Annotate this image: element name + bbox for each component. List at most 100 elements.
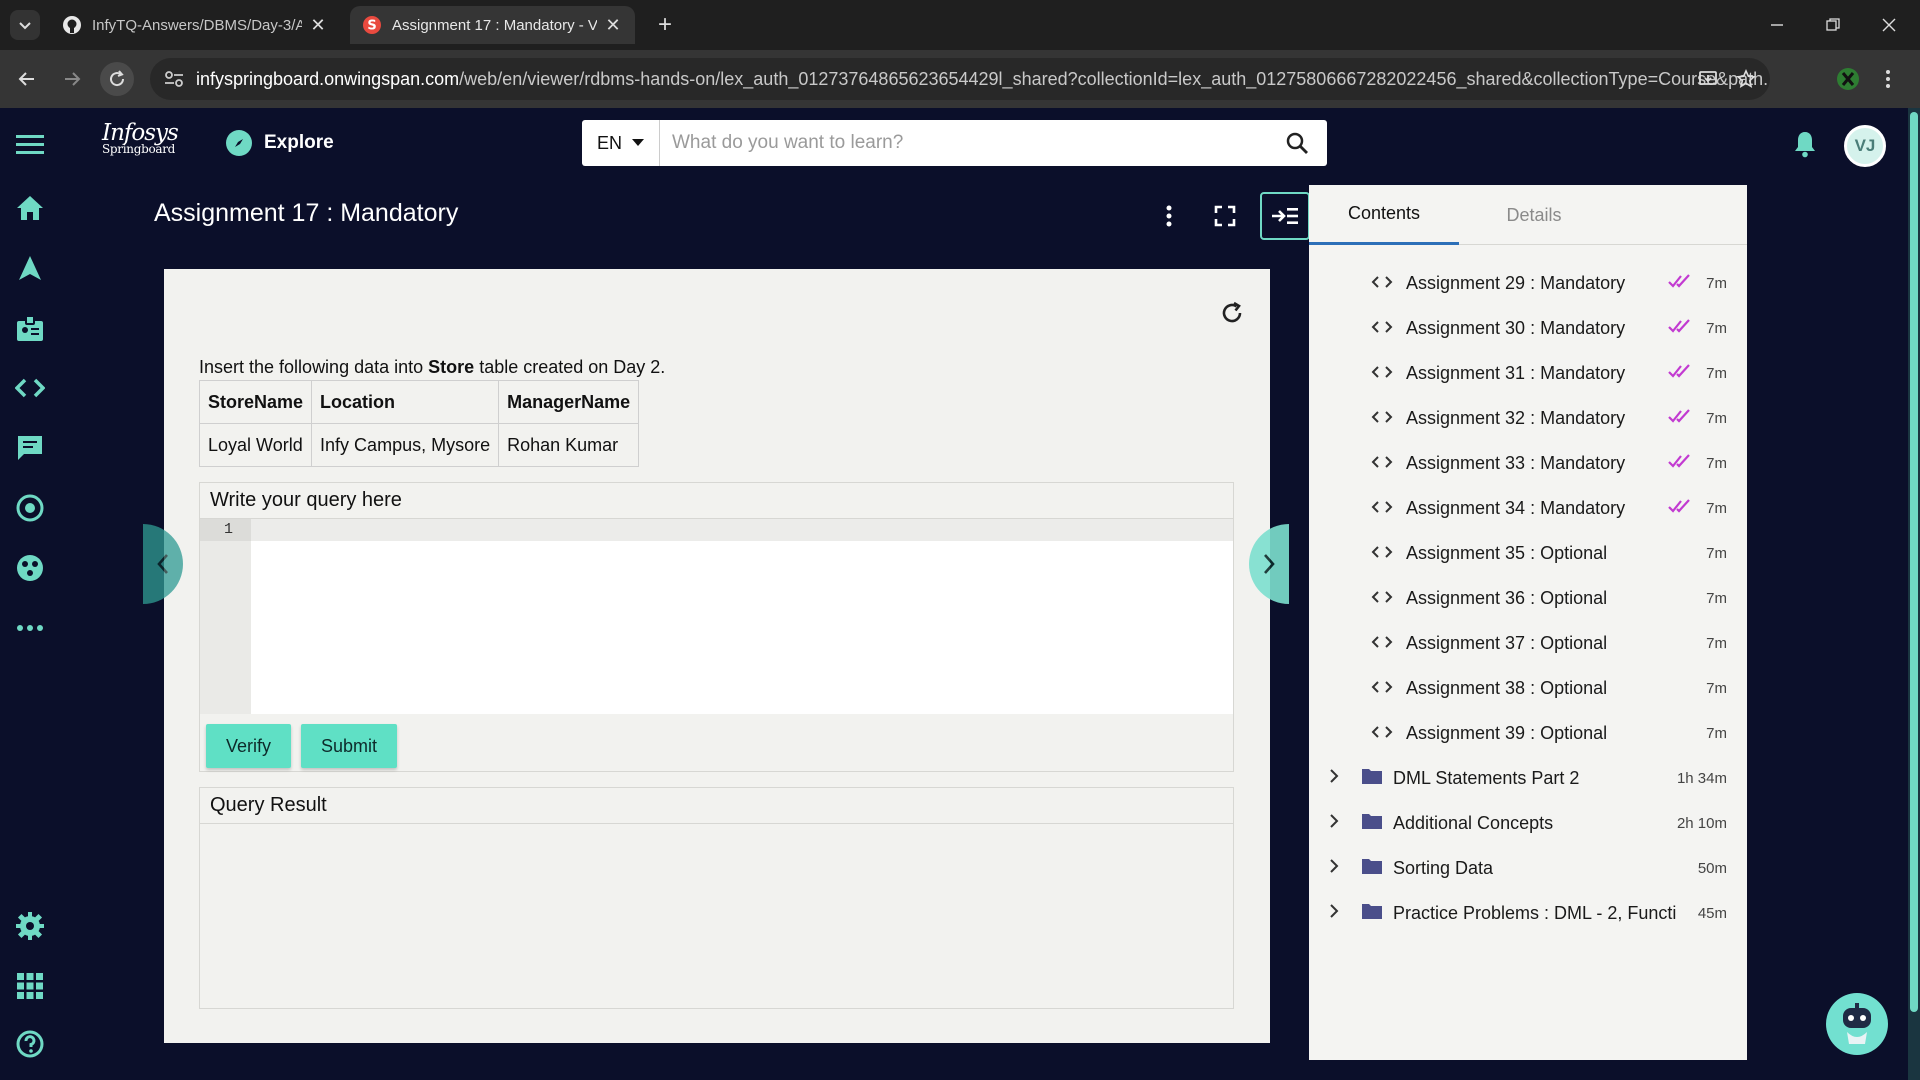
line-number: 1: [200, 519, 251, 541]
help-icon: [16, 1030, 44, 1058]
nav-target[interactable]: [12, 490, 48, 526]
springboard-logo[interactable]: Infosys Springboard: [102, 122, 179, 166]
tab-contents[interactable]: Contents: [1309, 185, 1459, 245]
code-editor[interactable]: 1: [200, 519, 1233, 714]
tab-title: InfyTQ-Answers/DBMS/Day-3/A: [92, 16, 302, 34]
close-icon[interactable]: ✕: [308, 15, 328, 36]
contents-panel: Contents Details Assignment 29 : Mandato…: [1309, 185, 1747, 1060]
search-bar: EN: [582, 120, 1327, 166]
list-item[interactable]: Assignment 33 : Mandatory 7m: [1309, 443, 1747, 483]
list-item[interactable]: Assignment 38 : Optional 7m: [1309, 668, 1747, 708]
code-icon: [1371, 678, 1395, 699]
code-icon: [1371, 408, 1395, 429]
submit-button[interactable]: Submit: [301, 724, 398, 768]
folder-item[interactable]: Additional Concepts 2h 10m: [1309, 803, 1747, 843]
close-icon[interactable]: ✕: [603, 15, 623, 36]
code-icon: [1371, 498, 1395, 519]
table-cell: Rohan Kumar: [498, 423, 640, 467]
active-line[interactable]: [251, 519, 1233, 541]
refresh-button[interactable]: [1220, 301, 1244, 330]
folder-item[interactable]: Sorting Data 50m: [1309, 848, 1747, 888]
duration: 7m: [1706, 364, 1727, 382]
list-item[interactable]: Assignment 30 : Mandatory 7m: [1309, 308, 1747, 348]
new-tab-button[interactable]: +: [650, 10, 680, 40]
nav-apps[interactable]: [12, 968, 48, 1004]
list-item-label: Assignment 34 : Mandatory: [1406, 497, 1626, 518]
install-app-icon[interactable]: [1698, 69, 1718, 89]
hamburger-icon: [16, 135, 44, 154]
page-scrollbar[interactable]: [1910, 112, 1918, 1012]
forward-button[interactable]: [55, 62, 89, 96]
chevron-right-icon[interactable]: [1329, 903, 1339, 924]
tab-details[interactable]: Details: [1459, 185, 1609, 245]
chatbot-button[interactable]: [1826, 993, 1888, 1055]
github-icon: [63, 16, 81, 34]
nav-code[interactable]: [12, 370, 48, 406]
notifications-button[interactable]: [1792, 130, 1818, 163]
code-icon: [1371, 543, 1395, 564]
caret-down-icon: [632, 139, 644, 146]
list-item[interactable]: Assignment 39 : Optional 7m: [1309, 713, 1747, 753]
folder-label: Additional Concepts: [1393, 812, 1554, 833]
user-avatar[interactable]: VJ: [1844, 125, 1886, 167]
list-item-label: Assignment 31 : Mandatory: [1406, 362, 1626, 383]
chevron-right-icon[interactable]: [1329, 858, 1339, 879]
nav-community[interactable]: [12, 550, 48, 586]
list-item[interactable]: Assignment 32 : Mandatory 7m: [1309, 398, 1747, 438]
reload-button[interactable]: [100, 62, 134, 96]
explore-link[interactable]: Explore: [226, 130, 334, 156]
back-button[interactable]: [10, 62, 44, 96]
navigation-arrow-icon: [19, 256, 41, 280]
arrow-right-icon: [65, 72, 81, 86]
search-icon: [1286, 132, 1308, 154]
list-item[interactable]: Assignment 31 : Mandatory 7m: [1309, 353, 1747, 393]
menu-button[interactable]: [12, 126, 48, 162]
browser-tab-github[interactable]: InfyTQ-Answers/DBMS/Day-3/A ✕: [50, 6, 340, 44]
address-bar[interactable]: infyspringboard.onwingspan.com/web/en/vi…: [150, 58, 1770, 100]
folder-label: Practice Problems : DML - 2, Functi: [1393, 902, 1677, 923]
chevron-right-icon[interactable]: [1329, 813, 1339, 834]
nav-more[interactable]: [12, 610, 48, 646]
table-cell: Infy Campus, Mysore: [311, 423, 500, 467]
nav-navigate[interactable]: [12, 250, 48, 286]
more-options-button[interactable]: [1148, 194, 1190, 238]
result-title: Query Result: [200, 788, 1233, 824]
chevron-right-icon[interactable]: [1329, 768, 1339, 789]
toggle-contents-button[interactable]: [1260, 192, 1310, 240]
completed-check-icon: [1668, 273, 1692, 294]
site-settings-icon[interactable]: [164, 70, 184, 88]
nav-settings[interactable]: [12, 908, 48, 944]
list-item-label: Assignment 29 : Mandatory: [1406, 272, 1626, 293]
folder-item[interactable]: DML Statements Part 2 1h 34m: [1309, 758, 1747, 798]
language-select[interactable]: EN: [582, 120, 660, 166]
nav-help[interactable]: [12, 1026, 48, 1062]
list-item[interactable]: Assignment 37 : Optional 7m: [1309, 623, 1747, 663]
fullscreen-button[interactable]: [1204, 194, 1246, 238]
minimize-button[interactable]: [1754, 8, 1800, 42]
folder-item[interactable]: Practice Problems : DML - 2, Functi 45m: [1309, 893, 1747, 933]
nav-badge[interactable]: [12, 310, 48, 346]
close-window-button[interactable]: [1866, 8, 1912, 42]
search-button[interactable]: [1267, 120, 1327, 166]
tab-search-button[interactable]: [10, 10, 40, 40]
list-item[interactable]: Assignment 35 : Optional 7m: [1309, 533, 1747, 573]
duration: 7m: [1706, 454, 1727, 472]
page-title: Assignment 17 : Mandatory: [154, 199, 459, 227]
search-input[interactable]: [660, 120, 1267, 166]
editor-actions: Verify Submit: [206, 724, 398, 768]
instruction-table-name: Store: [428, 357, 475, 377]
extension-icon[interactable]: [1836, 67, 1860, 91]
restore-button[interactable]: [1810, 8, 1856, 42]
verify-button[interactable]: Verify: [206, 724, 292, 768]
duration: 50m: [1697, 859, 1727, 877]
editor-title: Write your query here: [200, 483, 1233, 519]
folder-icon: [1361, 857, 1383, 880]
browser-tab-assignment[interactable]: S Assignment 17 : Mandatory - V ✕: [350, 6, 635, 44]
nav-chat[interactable]: [12, 430, 48, 466]
nav-home[interactable]: [12, 190, 48, 226]
list-item[interactable]: Assignment 29 : Mandatory 7m: [1309, 263, 1747, 303]
kebab-menu-icon[interactable]: [1884, 67, 1892, 91]
list-item[interactable]: Assignment 34 : Mandatory 7m: [1309, 488, 1747, 528]
bookmark-star-icon[interactable]: [1736, 69, 1756, 89]
list-item[interactable]: Assignment 36 : Optional 7m: [1309, 578, 1747, 618]
